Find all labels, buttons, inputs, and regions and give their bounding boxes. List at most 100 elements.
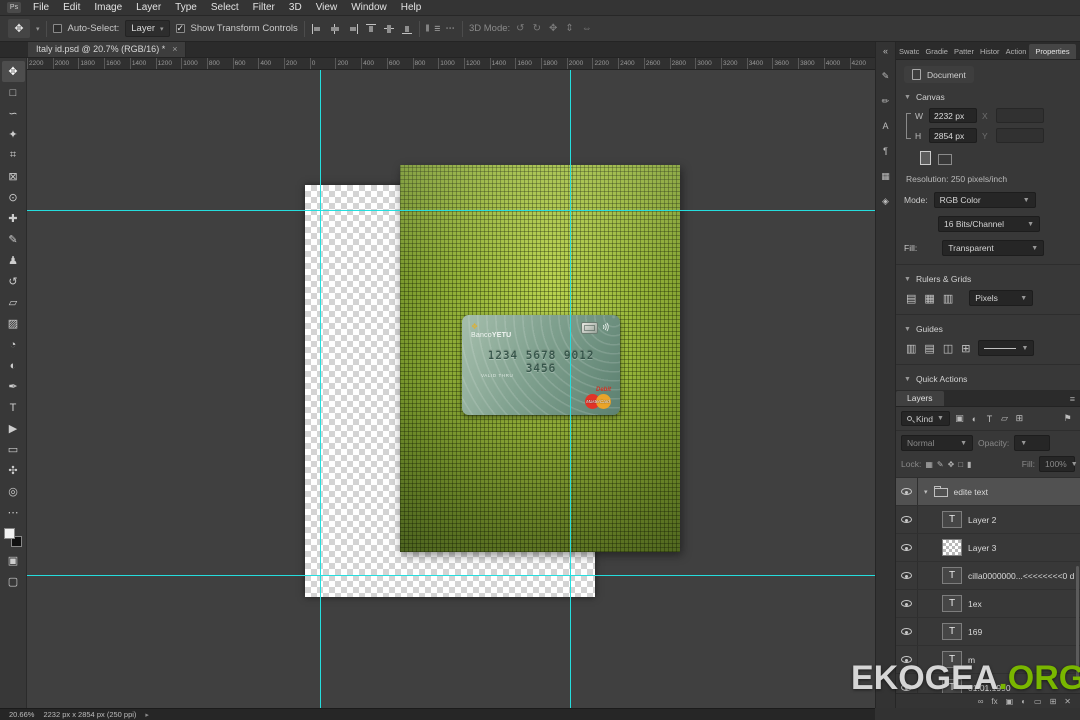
auto-select-checkbox[interactable] (52, 24, 62, 33)
current-tool-icon[interactable]: ✥ (8, 19, 30, 38)
layer-row[interactable]: ▾ edite text (896, 478, 1080, 506)
layer-row[interactable]: T 169 (896, 618, 1080, 646)
panel-menu-icon[interactable]: ≡ (1070, 394, 1075, 406)
lock-icon-1[interactable]: ✎ (937, 460, 944, 469)
landscape-orientation-button[interactable] (938, 154, 952, 165)
filter-kind-select[interactable]: Kind ▼ (901, 411, 950, 426)
character-panel-icon[interactable]: A (878, 119, 894, 133)
width-input[interactable]: 2232 px (929, 108, 977, 123)
panel-tab-gradie[interactable]: Gradie (922, 44, 951, 59)
canvas-area[interactable]: 2200 2000 1800 1600 1400 1200 1000 800 600 400 200… (27, 58, 875, 708)
layer-row[interactable]: Layer 3 (896, 534, 1080, 562)
fill-input[interactable]: 100% ▼ (1039, 456, 1078, 472)
zoom-tool[interactable]: ◎ (2, 481, 25, 502)
horizontal-guide[interactable] (27, 210, 875, 211)
collapse-panels-icon[interactable]: « (878, 44, 894, 58)
vertical-guide[interactable] (320, 70, 321, 708)
layer-row[interactable]: T Layer 2 (896, 506, 1080, 534)
menu-file[interactable]: File (26, 0, 56, 16)
crop-tool[interactable]: ⌗ (2, 145, 25, 166)
more-align-options-button[interactable]: ⋯ (445, 23, 456, 34)
horizontal-guide[interactable] (27, 575, 875, 576)
clone-stamp-tool[interactable]: ♟ (2, 250, 25, 271)
lock-icon-3[interactable]: □ (958, 460, 963, 469)
quick-selection-tool[interactable]: ✦ (2, 124, 25, 145)
distribute-vertical-icon[interactable]: ☰ (434, 25, 440, 33)
hand-tool[interactable]: ✣ (2, 460, 25, 481)
y-input[interactable] (996, 128, 1044, 143)
gradient-tool[interactable]: ▨ (2, 313, 25, 334)
eraser-tool[interactable]: ▱ (2, 292, 25, 313)
zoom-level[interactable]: 20.66% (9, 710, 34, 719)
align-left-icon[interactable] (311, 23, 323, 35)
glyphs-panel-icon[interactable]: ▦ (878, 169, 894, 183)
layer-visibility-toggle[interactable] (896, 590, 918, 617)
group-expand-icon[interactable]: ▾ (924, 488, 928, 496)
menu-layer[interactable]: Layer (129, 0, 168, 16)
layer-row[interactable]: Tcilla0000000...<<<<<<<<0 d (896, 562, 1080, 590)
paragraph-panel-icon[interactable]: ¶ (878, 144, 894, 158)
panel-tab-properties[interactable]: Properties (1029, 44, 1076, 59)
rulers-grids-section-header[interactable]: ▼ Rulers & Grids (904, 274, 1072, 284)
screen-mode-button[interactable]: ▢ (2, 571, 25, 592)
panel-tab-action[interactable]: Action (1003, 44, 1030, 59)
text-layer-icon[interactable]: T (942, 567, 962, 584)
layer-row[interactable]: T 1ex (896, 590, 1080, 618)
3d-mode-icon-1[interactable]: ↻ (533, 23, 541, 34)
menu-view[interactable]: View (309, 0, 345, 16)
x-input[interactable] (996, 108, 1044, 123)
text-layer-icon[interactable]: T (942, 511, 962, 528)
brush-tool[interactable]: ✎ (2, 229, 25, 250)
layer-visibility-toggle[interactable] (896, 618, 918, 645)
3d-mode-icon-2[interactable]: ✥ (549, 23, 557, 34)
move-tool[interactable]: ✥ (1, 61, 25, 82)
align-right-icon[interactable] (347, 23, 359, 35)
panel-tab-patter[interactable]: Patter (951, 44, 977, 59)
document-tab[interactable]: Italy id.psd @ 20.7% (RGB/16) * × (28, 41, 187, 57)
text-layer-icon[interactable]: T (942, 595, 962, 612)
filter-type-icon-0[interactable]: ▣ (952, 411, 967, 426)
layer-visibility-toggle[interactable] (896, 506, 918, 533)
layer-thumbnail[interactable] (942, 539, 962, 556)
color-mode-select[interactable]: RGB Color ▼ (933, 192, 1036, 208)
bank-card-layer[interactable]: ❖ BancoYETU 1234 5678 9012 3456 VALID TH… (462, 315, 620, 415)
filter-type-icon-1[interactable]: ◐ (967, 411, 982, 426)
quick-actions-section-header[interactable]: ▼ Quick Actions (904, 374, 1072, 384)
blur-tool[interactable]: ◔ (2, 334, 25, 355)
panel-tab-swatc[interactable]: Swatc (896, 44, 922, 59)
quick-mask-button[interactable]: ▣ (2, 550, 25, 571)
history-brush-tool[interactable]: ↺ (2, 271, 25, 292)
shape-tool[interactable]: ▭ (2, 439, 25, 460)
opacity-input[interactable]: ▼ (1014, 435, 1051, 451)
close-tab-icon[interactable]: × (172, 44, 177, 54)
menu-help[interactable]: Help (394, 0, 429, 16)
link-dimensions-icon[interactable] (906, 112, 911, 139)
frame-tool[interactable]: ⊠ (2, 166, 25, 187)
guide-option-icon[interactable]: ⊞ (961, 342, 970, 355)
menu-image[interactable]: Image (87, 0, 129, 16)
pasteboard[interactable]: ❖ BancoYETU 1234 5678 9012 3456 VALID TH… (27, 70, 875, 708)
align-bottom-icon[interactable] (401, 23, 413, 35)
foreground-color-swatch[interactable] (4, 528, 15, 539)
layer-visibility-toggle[interactable] (896, 478, 918, 505)
menu-type[interactable]: Type (168, 0, 204, 16)
filter-type-icon-4[interactable]: ⊞ (1012, 411, 1027, 426)
layers-tab[interactable]: Layers (896, 391, 944, 406)
lock-icon-4[interactable]: ▮ (967, 460, 971, 469)
layer-visibility-toggle[interactable] (896, 562, 918, 589)
path-selection-tool[interactable]: ▶ (2, 418, 25, 439)
filter-type-icon-3[interactable]: ▱ (997, 411, 1012, 426)
more-tools[interactable]: ⋯ (2, 502, 25, 523)
menu-edit[interactable]: Edit (56, 0, 87, 16)
brush-settings-icon[interactable]: ✎ (878, 69, 894, 83)
filter-flag-icon[interactable]: ⚑ (1060, 411, 1075, 426)
layer-visibility-toggle[interactable] (896, 534, 918, 561)
pen-tool[interactable]: ✒ (2, 376, 25, 397)
menu-filter[interactable]: Filter (246, 0, 282, 16)
filter-type-icon-2[interactable]: T (982, 411, 997, 426)
photoshop-home-icon[interactable]: Ps (7, 2, 21, 13)
distribute-horizontal-icon[interactable]: ||| (426, 25, 430, 32)
units-select[interactable]: Pixels ▼ (969, 290, 1034, 306)
tool-preset-dropdown-icon[interactable]: ▾ (36, 25, 40, 33)
guide-option-icon[interactable]: ◫ (943, 342, 953, 355)
